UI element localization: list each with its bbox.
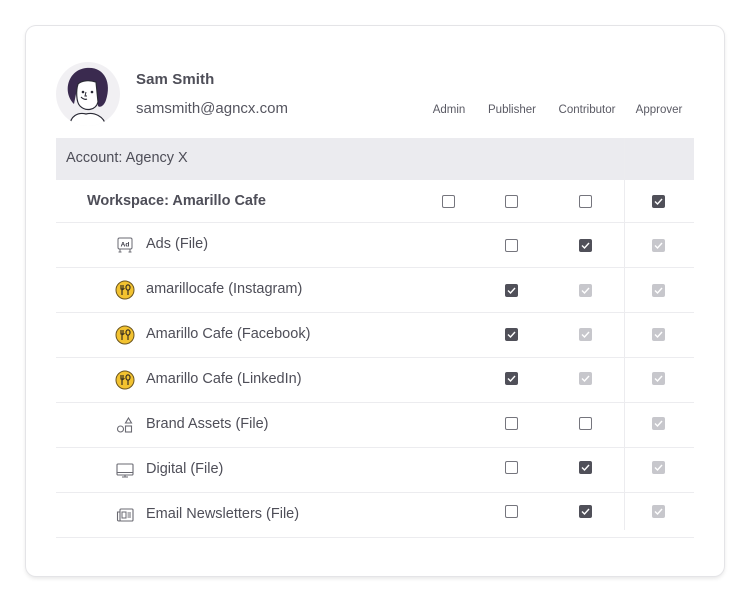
item-6-approver-checkbox <box>652 505 665 518</box>
item-1-publisher-checkbox[interactable] <box>505 284 518 297</box>
item-5-approver-checkbox <box>652 461 665 474</box>
item-4-publisher-checkbox[interactable] <box>505 417 518 430</box>
item-4-approver-checkbox <box>652 417 665 430</box>
item-1-approver-checkbox <box>652 284 665 297</box>
item-label: Ads (File) <box>146 236 209 252</box>
item-3-approver-checkbox <box>652 372 665 385</box>
table-row: amarillocafe (Instagram) <box>56 268 694 313</box>
workspace-admin-checkbox[interactable] <box>442 195 455 208</box>
item-0-contributor-checkbox[interactable] <box>579 239 592 252</box>
item-3-contributor-checkbox <box>579 372 592 385</box>
user-avatar-illustration-icon <box>67 67 108 126</box>
item-label: amarillocafe (Instagram) <box>146 281 303 297</box>
item-5-publisher-checkbox[interactable] <box>505 461 518 474</box>
item-4-contributor-checkbox[interactable] <box>579 417 592 430</box>
item-1-contributor-checkbox <box>579 284 592 297</box>
item-label: Digital (File) <box>146 461 224 477</box>
workspace-row: Workspace: Amarillo Cafe <box>56 180 694 223</box>
ad-board-icon: Ad <box>115 235 135 255</box>
table-row: Ad Ads (File) <box>56 223 694 268</box>
item-3-publisher-checkbox[interactable] <box>505 372 518 385</box>
column-header-approver: Approver <box>635 104 683 116</box>
item-label: Brand Assets (File) <box>146 416 269 432</box>
column-header-contributor: Contributor <box>558 104 616 116</box>
newsletter-icon <box>115 505 135 525</box>
table-row: Amarillo Cafe (Facebook) <box>56 313 694 358</box>
restaurant-logo-icon <box>115 370 135 390</box>
table-row: Email Newsletters (File) <box>56 493 694 538</box>
item-2-approver-checkbox <box>652 328 665 341</box>
item-6-contributor-checkbox[interactable] <box>579 505 592 518</box>
item-2-publisher-checkbox[interactable] <box>505 328 518 341</box>
approver-column-divider <box>624 138 625 530</box>
avatar <box>56 62 120 126</box>
account-row: Account: Agency X <box>56 138 694 180</box>
item-label: Amarillo Cafe (Facebook) <box>146 326 311 342</box>
item-label: Amarillo Cafe (LinkedIn) <box>146 371 302 387</box>
item-0-approver-checkbox <box>652 239 665 252</box>
user-name: Sam Smith <box>136 71 215 88</box>
item-label: Email Newsletters (File) <box>146 506 300 522</box>
permissions-table: Account: Agency X Workspace: Amarillo Ca… <box>56 138 694 538</box>
shapes-icon <box>115 415 135 435</box>
user-email: samsmith@agncx.com <box>136 100 288 117</box>
item-6-publisher-checkbox[interactable] <box>505 505 518 518</box>
workspace-label: Workspace: Amarillo Cafe <box>87 193 266 209</box>
table-row: Amarillo Cafe (LinkedIn) <box>56 358 694 403</box>
table-row: Digital (File) <box>56 448 694 493</box>
workspace-publisher-checkbox[interactable] <box>505 195 518 208</box>
item-0-publisher-checkbox[interactable] <box>505 239 518 252</box>
workspace-approver-checkbox[interactable] <box>652 195 665 208</box>
item-5-contributor-checkbox[interactable] <box>579 461 592 474</box>
monitor-icon <box>115 460 135 480</box>
account-label: Account: Agency X <box>66 150 188 166</box>
column-header-publisher: Publisher <box>488 104 536 116</box>
item-2-contributor-checkbox <box>579 328 592 341</box>
restaurant-logo-icon <box>115 280 135 300</box>
table-row: Brand Assets (File) <box>56 403 694 448</box>
workspace-contributor-checkbox[interactable] <box>579 195 592 208</box>
restaurant-logo-icon <box>115 325 135 345</box>
svg-text:Ad: Ad <box>121 242 130 249</box>
